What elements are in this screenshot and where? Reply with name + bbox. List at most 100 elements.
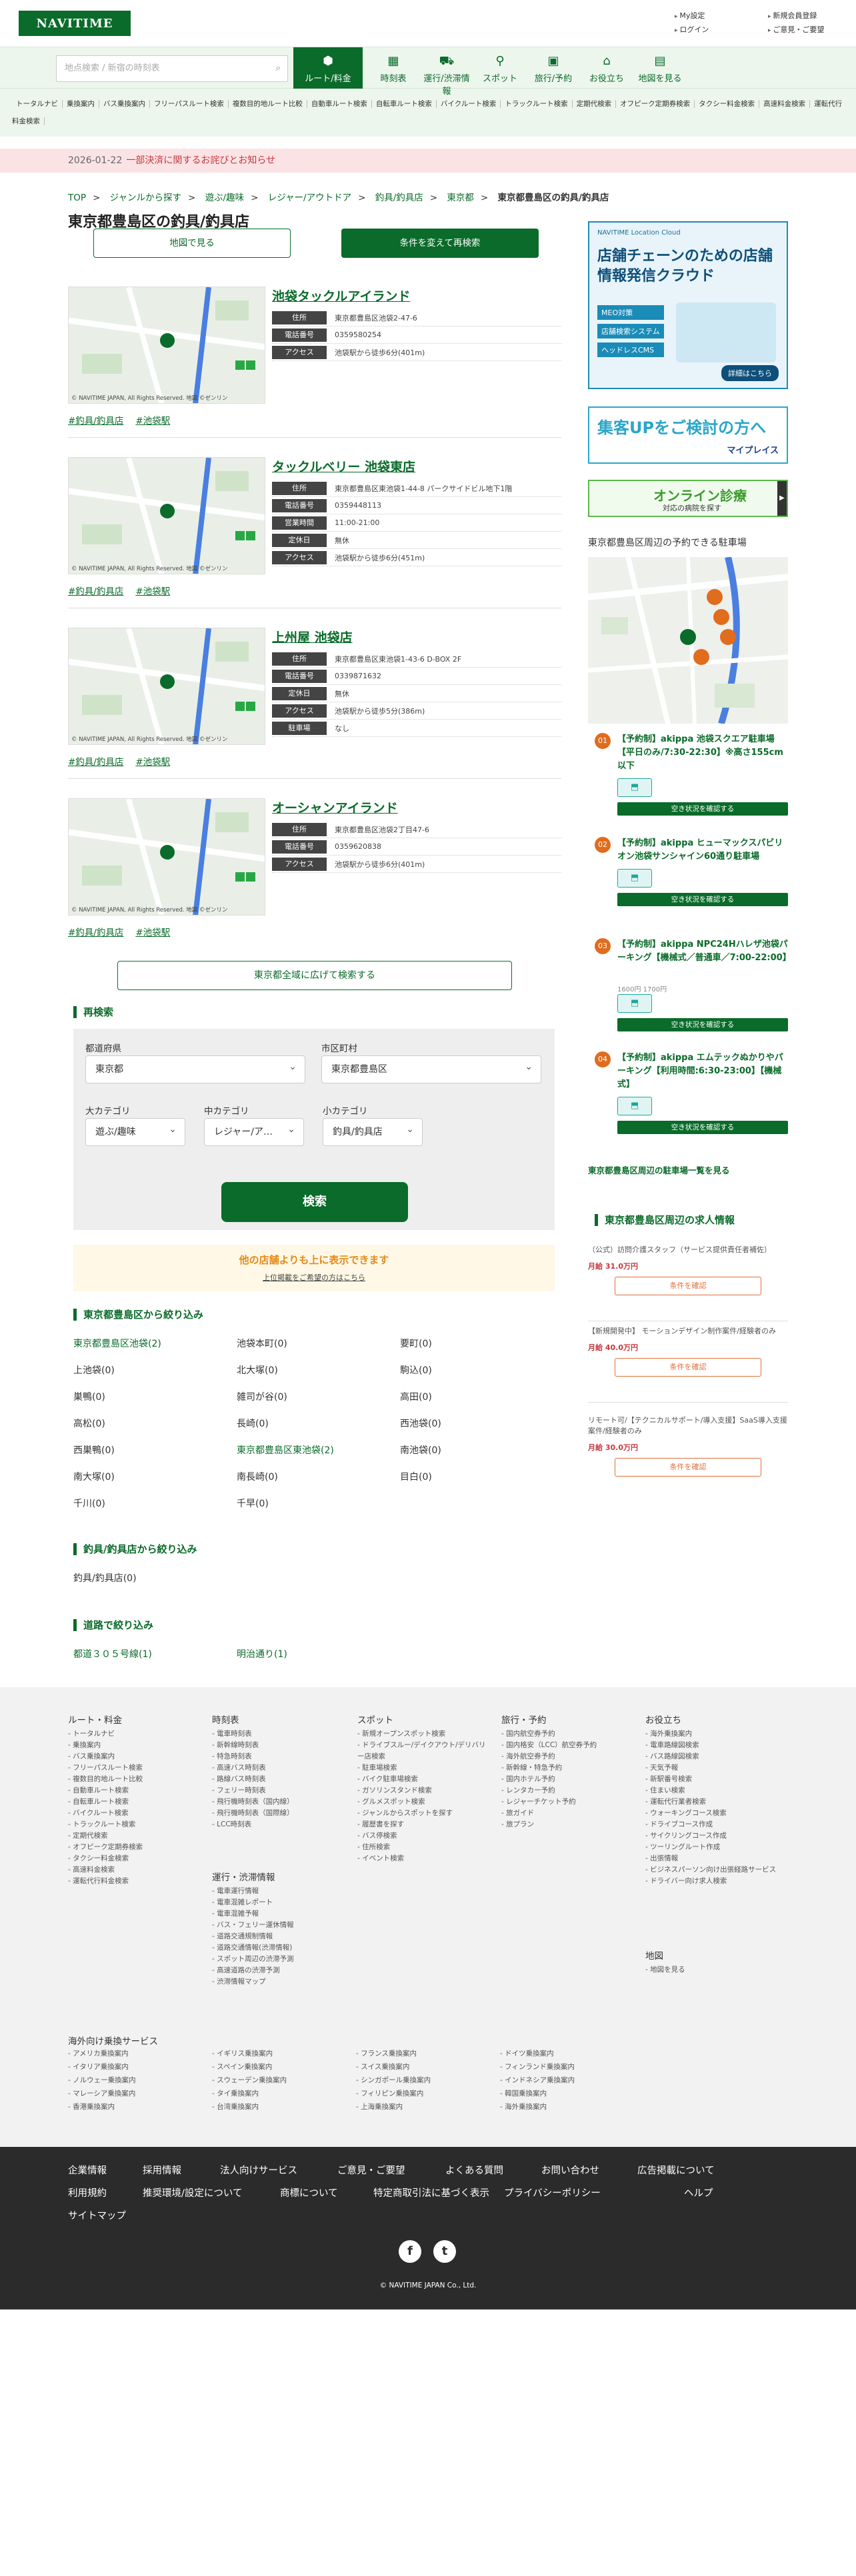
area-item[interactable]: 東京都豊島区池袋(2) xyxy=(73,1337,233,1353)
footer-bottom-link[interactable]: 採用情報 xyxy=(143,2163,181,2177)
mid-cat-select[interactable]: レジャー/ア… xyxy=(204,1116,304,1146)
footer-col-heading[interactable]: スポット xyxy=(357,1712,491,1726)
sublink-item[interactable]: 自動車ルート検索 xyxy=(307,100,372,108)
tag-link[interactable]: #池袋駅 xyxy=(135,928,170,938)
footer-col-heading[interactable]: 旅行・予約 xyxy=(501,1712,635,1726)
parking-check-button[interactable]: 空き状況を確認する xyxy=(617,1121,788,1134)
my-settings-link[interactable]: My設定 xyxy=(675,11,705,20)
footer-link[interactable]: 乗換案内 xyxy=(68,1740,201,1751)
footer-bottom-link[interactable]: よくある質問 xyxy=(445,2163,503,2177)
sublink-item[interactable]: トラックルート検索 xyxy=(501,100,573,108)
footer-link[interactable]: スウェーデン乗換案内 xyxy=(212,2075,287,2086)
footer-bottom-link[interactable]: 特定商取引法に基づく表示 xyxy=(373,2186,489,2200)
footer-bottom-link[interactable]: 法人向けサービス xyxy=(220,2163,297,2177)
footer-link[interactable]: バイクルート検索 xyxy=(68,1808,201,1819)
city-select[interactable]: 東京都豊島区 xyxy=(321,1053,541,1083)
footer-bottom-link[interactable]: ご意見・ご要望 xyxy=(337,2163,405,2177)
footer-bottom-link[interactable]: プライバシーポリシー xyxy=(504,2186,601,2200)
big-cat-select[interactable]: 遊ぶ/趣味 xyxy=(85,1116,185,1146)
change-conditions-button[interactable]: 条件を変えて再検索 xyxy=(341,229,539,258)
footer-link[interactable]: 複数目的地ルート比較 xyxy=(68,1774,201,1785)
login-link[interactable]: ログイン xyxy=(675,25,709,34)
footer-link[interactable]: ドライブコース作成 xyxy=(645,1819,779,1830)
bc-tokyo[interactable]: 東京都 xyxy=(447,193,474,203)
nav-route[interactable]: ⬢ ルート/料金 xyxy=(293,47,363,89)
sublink-item[interactable]: オフピーク定期券検索 xyxy=(616,100,695,108)
job-desc[interactable]: 【新規開発中】 モーションデザイン制作案件/経験者のみ xyxy=(588,1326,788,1337)
footer-link[interactable]: 香港乗換案内 xyxy=(68,2102,115,2113)
footer-link[interactable]: 電車路線図検索 xyxy=(645,1740,779,1751)
job-check-button[interactable]: 条件を確認 xyxy=(615,1277,761,1295)
footer-link[interactable]: ビジネスパーソン向け出張経路サービス xyxy=(645,1864,779,1876)
footer-link[interactable]: 国内ホテル予約 xyxy=(501,1774,635,1785)
footer-link[interactable]: ノルウェー乗換案内 xyxy=(68,2075,136,2086)
footer-link[interactable]: ガソリンスタンド検索 xyxy=(357,1785,491,1796)
footer-link[interactable]: 旅プラン xyxy=(501,1819,635,1830)
footer-link[interactable]: バス乗換案内 xyxy=(68,1751,201,1762)
footer-link[interactable]: 電車運行情報 xyxy=(212,1886,345,1897)
footer-link[interactable]: 韓国乗換案内 xyxy=(500,2088,547,2100)
footer-link[interactable]: 高速バス時刻表 xyxy=(212,1762,345,1774)
footer-link[interactable]: 住所検索 xyxy=(357,1842,491,1853)
tag-link[interactable]: #釣具/釣具店 xyxy=(68,416,123,426)
sublink-item[interactable]: タクシー料金検索 xyxy=(695,100,760,108)
area-item[interactable]: 東京都豊島区東池袋(2) xyxy=(237,1443,397,1459)
footer-link[interactable]: スペイン乗換案内 xyxy=(212,2062,272,2073)
footer-link[interactable]: レンタカー予約 xyxy=(501,1785,635,1796)
footer-link[interactable]: 地図を見る xyxy=(645,1964,779,1976)
parking-name[interactable]: 【予約制】akippa エムテックぬかりやパーキング【利用時間:6:30-23:… xyxy=(617,1051,788,1091)
footer-link[interactable]: トータルナビ xyxy=(68,1728,201,1740)
footer-link[interactable]: 路線バス時刻表 xyxy=(212,1774,345,1785)
footer-link[interactable]: ジャンルからスポットを探す xyxy=(357,1808,491,1819)
footer-link[interactable]: バス・フェリー運休情報 xyxy=(212,1920,345,1931)
footer-bottom-link[interactable]: 商標について xyxy=(280,2186,338,2200)
footer-col-heading[interactable]: 時刻表 xyxy=(212,1712,345,1726)
footer-link[interactable]: 運転代行業者検索 xyxy=(645,1796,779,1808)
footer-link[interactable]: トラックルート検索 xyxy=(68,1819,201,1830)
footer-link[interactable]: 高速料金検索 xyxy=(68,1864,201,1876)
footer-link[interactable]: スイス乗換案内 xyxy=(356,2062,409,2073)
poi-name[interactable]: 上州屋 池袋店 xyxy=(272,628,353,646)
footer-link[interactable]: 道路交通規制情報 xyxy=(212,1931,345,1942)
parking-check-button[interactable]: 空き状況を確認する xyxy=(617,1018,788,1031)
footer-link[interactable]: フェリー時刻表 xyxy=(212,1785,345,1796)
bc-fishing[interactable]: 釣具/釣具店 xyxy=(375,193,423,203)
job-desc[interactable]: （公式）訪問介護スタッフ（サービス提供責任者補佐） xyxy=(588,1245,788,1255)
job-desc[interactable]: リモート可/【テクニカルサポート/導入支援】SaaS導入支援案件/経験者のみ xyxy=(588,1415,788,1437)
ad-location-cloud[interactable]: NAVITIME Location Cloud 店舗チェーンのための店舗情報発信… xyxy=(588,221,788,389)
poi-map[interactable]: © NAVITIME JAPAN, All Rights Reserved. 地… xyxy=(68,457,265,574)
footer-link[interactable]: 新幹線時刻表 xyxy=(212,1740,345,1751)
ad-myplace[interactable]: 集客UPをご検討の方へ マイプレイス xyxy=(588,406,788,464)
footer-link[interactable]: タイ乗換案内 xyxy=(212,2088,259,2100)
footer-col-heading[interactable]: 地図 xyxy=(645,1948,779,1962)
bc-top[interactable]: TOP xyxy=(68,193,86,203)
sublink-item[interactable]: 自転車ルート検索 xyxy=(371,100,437,108)
sublink-item[interactable]: 乗換案内 xyxy=(63,100,99,108)
footer-link[interactable]: ツーリングルート作成 xyxy=(645,1842,779,1853)
sublink-item[interactable]: バイクルート検索 xyxy=(436,100,501,108)
pref-select[interactable]: 東京都 xyxy=(85,1053,305,1083)
footer-link[interactable]: 国内格安（LCC）航空券予約 xyxy=(501,1740,635,1751)
footer-link[interactable]: ウォーキングコース検索 xyxy=(645,1808,779,1819)
footer-link[interactable]: フランス乗換案内 xyxy=(356,2048,417,2060)
footer-link[interactable]: 新駅番号検索 xyxy=(645,1774,779,1785)
footer-bottom-link[interactable]: サイトマップ xyxy=(68,2208,126,2222)
search-button[interactable]: 検索 xyxy=(221,1182,408,1222)
footer-bottom-link[interactable]: 広告掲載について xyxy=(637,2163,715,2177)
tag-link[interactable]: #池袋駅 xyxy=(135,586,170,597)
footer-link[interactable]: シンガポール乗換案内 xyxy=(356,2075,431,2086)
footer-link[interactable]: グルメスポット検索 xyxy=(357,1796,491,1808)
footer-link[interactable]: イギリス乗換案内 xyxy=(212,2048,273,2060)
notice-bar[interactable]: 2026-01-22 一部決済に関するお詫びとお知らせ xyxy=(0,149,856,173)
twitter-icon[interactable]: t xyxy=(433,2240,456,2263)
poi-name[interactable]: オーシャンアイランド xyxy=(272,798,398,816)
footer-link[interactable]: 天気予報 xyxy=(645,1762,779,1774)
footer-link[interactable]: 旅ガイド xyxy=(501,1808,635,1819)
small-cat-select[interactable]: 釣具/釣具店 xyxy=(323,1116,423,1146)
footer-link[interactable]: イベント検索 xyxy=(357,1853,491,1864)
footer-link[interactable]: 渋滞情報マップ xyxy=(212,1976,345,1988)
job-check-button[interactable]: 条件を確認 xyxy=(615,1458,761,1477)
footer-link[interactable]: ドライブスルー/デイクアウト/デリバリー店検索 xyxy=(357,1740,491,1762)
poi-map[interactable]: © NAVITIME JAPAN, All Rights Reserved. 地… xyxy=(68,287,265,404)
poi-map[interactable]: © NAVITIME JAPAN, All Rights Reserved. 地… xyxy=(68,628,265,745)
